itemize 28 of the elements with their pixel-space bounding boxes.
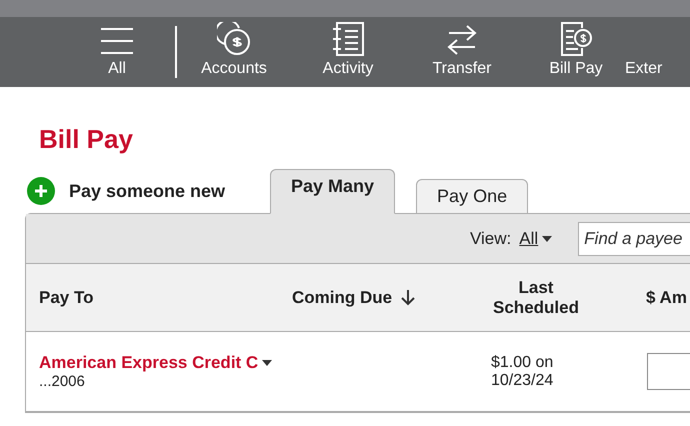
last-scheduled: $1.00 on 10/23/24 [491, 354, 554, 390]
nav-item[interactable]: All [72, 17, 162, 87]
payee-link[interactable]: American Express Credit C [39, 353, 272, 373]
column-header: Pay To [39, 288, 94, 308]
plus-icon [27, 177, 55, 205]
nav-item[interactable]: Accounts [189, 17, 279, 87]
nav-item[interactable]: Activity [303, 17, 393, 87]
menu-icon [100, 26, 134, 56]
tab[interactable]: Pay One [416, 179, 528, 214]
column-header: Last Scheduled [492, 278, 580, 318]
tab[interactable]: Pay Many [270, 169, 396, 214]
sort-arrow-icon [401, 290, 416, 306]
caret-icon [542, 236, 552, 242]
nav-item[interactable]: Exter [625, 17, 662, 87]
bill-icon [560, 22, 592, 56]
coins-icon [217, 22, 251, 56]
page-title: Bill Pay [39, 124, 134, 155]
add-payee-button[interactable]: Pay someone new [25, 177, 270, 213]
account-number: ...2006 [39, 373, 85, 390]
column-header: $ Am [646, 288, 687, 308]
transfer-icon [447, 24, 477, 56]
caret-icon [262, 360, 272, 366]
nav-item[interactable]: Bill Pay [531, 17, 621, 87]
view-dropdown[interactable]: All [519, 228, 552, 248]
search-field[interactable]: Find a payee [578, 222, 690, 256]
notebook-icon [332, 22, 364, 56]
nav-item[interactable]: Transfer [417, 17, 507, 87]
view-label: View: [470, 228, 512, 248]
